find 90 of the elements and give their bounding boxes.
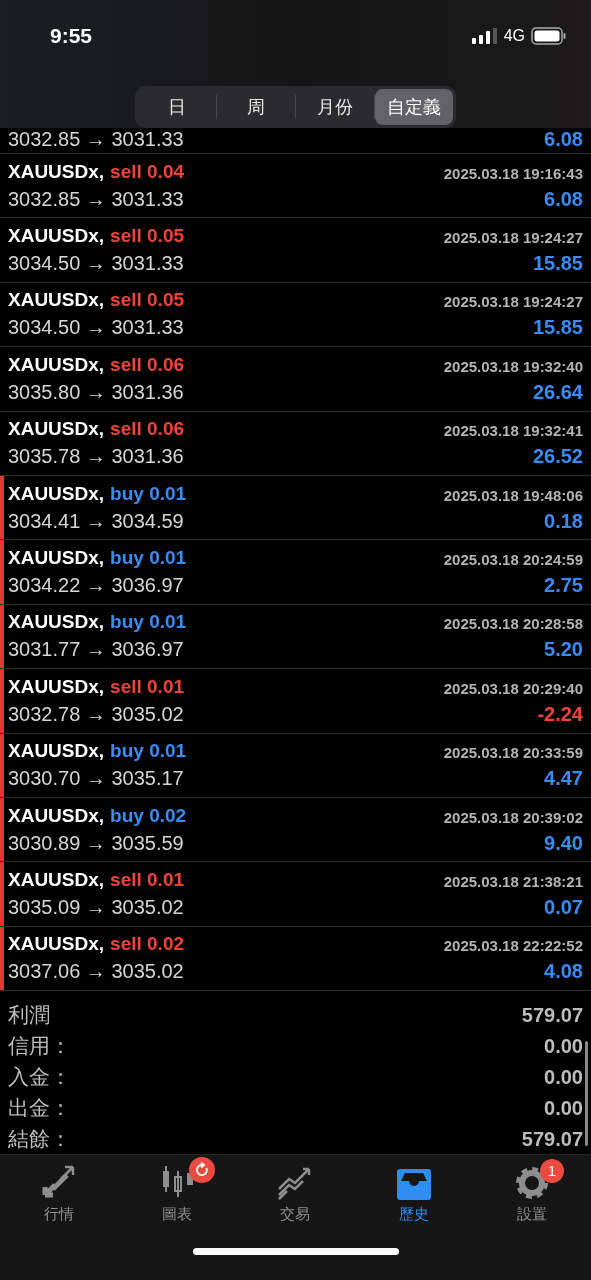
price-range: 3032.85 → 3031.33	[8, 186, 184, 212]
profit-value: 26.64	[532, 379, 583, 405]
order-label: sell 0.06	[110, 352, 185, 377]
symbol-label: XAUUSDx,	[8, 481, 105, 506]
price-range: 3034.50 → 3031.33	[8, 251, 184, 277]
price-range: 3037.06 → 3035.02	[8, 959, 184, 985]
nav-tab[interactable]: 交易	[265, 1165, 326, 1226]
price-range: 3031.77 → 3036.97	[8, 637, 184, 663]
summary-label: 結餘：	[8, 1125, 71, 1152]
symbol-label: XAUUSDx,	[8, 674, 105, 699]
symbol-label: XAUUSDx,	[8, 932, 105, 957]
order-label: buy 0.01	[110, 739, 187, 764]
period-tab[interactable]: 月份	[296, 89, 374, 125]
price-range: 3034.50 → 3031.33	[8, 315, 184, 341]
order-label: sell 0.01	[110, 868, 185, 892]
deal-time: 2025.03.18 19:24:27	[443, 292, 583, 313]
deal-time: 2025.03.18 22:22:52	[443, 936, 583, 957]
price-range: 3035.09 → 3035.02	[8, 895, 184, 920]
profit-value: 6.08	[544, 127, 583, 151]
summary-value: 0.00	[544, 1033, 583, 1059]
summary-value: 579.07	[521, 1126, 583, 1152]
period-tab[interactable]: 周	[217, 89, 295, 125]
summary-label: 利潤	[8, 1001, 50, 1028]
symbol-label: XAUUSDx,	[8, 288, 105, 313]
order-label: buy 0.02	[110, 803, 187, 828]
symbol-label: XAUUSDx,	[8, 803, 105, 828]
clock-time: 9:55	[50, 23, 93, 50]
symbol-label: XAUUSDx,	[8, 546, 105, 571]
profit-value: 9.40	[544, 830, 583, 856]
order-label: buy 0.01	[110, 546, 187, 571]
price-range: 3032.85 → 3031.33	[8, 127, 184, 151]
deal-time: 2025.03.18 21:38:21	[443, 872, 583, 892]
symbol-label: XAUUSDx,	[8, 610, 105, 635]
profit-value: 6.08	[544, 186, 583, 212]
profit-value: 4.47	[544, 766, 583, 792]
nav-tab[interactable]: 歷史	[383, 1165, 444, 1226]
network-label: 4G	[503, 26, 525, 46]
symbol-label: XAUUSDx,	[8, 868, 105, 892]
summary-label: 出金：	[8, 1094, 71, 1121]
symbol-label: XAUUSDx,	[8, 352, 105, 377]
deal-time: 2025.03.18 20:29:40	[443, 678, 583, 699]
symbol-label: XAUUSDx,	[8, 739, 105, 764]
profit-value: 15.85	[532, 315, 583, 341]
symbol-label: XAUUSDx,	[8, 224, 105, 249]
profit-value: 5.20	[544, 637, 583, 663]
price-range: 3030.89 → 3035.59	[8, 830, 184, 856]
deal-time: 2025.03.18 19:32:40	[443, 356, 583, 377]
price-range: 3034.41 → 3034.59	[8, 508, 184, 534]
profit-value: 0.18	[544, 508, 583, 534]
deal-time: 2025.03.18 20:24:59	[443, 550, 583, 571]
nav-tab[interactable]: 行情	[29, 1165, 90, 1226]
deal-time: 2025.03.18 20:33:59	[443, 743, 583, 764]
order-label: sell 0.06	[110, 417, 185, 442]
summary-value: 0.00	[544, 1064, 583, 1090]
profit-value: 4.08	[544, 959, 583, 985]
order-label: sell 0.01	[110, 674, 185, 699]
order-label: buy 0.01	[110, 610, 187, 635]
price-range: 3032.78 → 3035.02	[8, 701, 184, 727]
order-label: sell 0.04	[110, 159, 185, 184]
price-range: 3030.70 → 3035.17	[8, 766, 184, 792]
profit-value: 26.52	[532, 444, 583, 470]
summary-label: 入金：	[8, 1063, 71, 1090]
price-range: 3034.22 → 3036.97	[8, 573, 184, 599]
price-range: 3035.80 → 3031.36	[8, 379, 184, 405]
deal-time: 2025.03.18 19:24:27	[443, 228, 583, 249]
summary-value: 0.00	[544, 1095, 583, 1121]
symbol-label: XAUUSDx,	[8, 417, 105, 442]
profit-value: 2.75	[544, 573, 583, 599]
deal-time: 2025.03.18 20:28:58	[443, 614, 583, 635]
battery-icon	[531, 27, 567, 45]
profit-value: 15.85	[532, 251, 583, 277]
summary-label: 信用：	[8, 1032, 71, 1059]
period-tab[interactable]: 日	[138, 89, 216, 125]
order-label: sell 0.05	[110, 224, 185, 249]
notification-badge: 1	[539, 1159, 564, 1184]
order-label: sell 0.02	[110, 932, 185, 957]
summary-value: 579.07	[521, 1002, 583, 1028]
profit-value: 0.07	[544, 895, 583, 920]
deal-time: 2025.03.18 19:32:41	[443, 421, 583, 442]
settings-icon	[513, 1165, 550, 1202]
price-range: 3035.78 → 3031.36	[8, 444, 184, 470]
period-tab[interactable]: 自定義	[375, 89, 453, 125]
deal-time: 2025.03.18 19:48:06	[443, 485, 583, 506]
profit-value: -2.24	[537, 701, 583, 727]
symbol-label: XAUUSDx,	[8, 159, 105, 184]
order-label: buy 0.01	[110, 481, 187, 506]
signal-icon	[471, 28, 498, 44]
order-label: sell 0.05	[110, 288, 185, 313]
deal-time: 2025.03.18 19:16:43	[443, 163, 583, 184]
deal-time: 2025.03.18 20:39:02	[443, 807, 583, 828]
